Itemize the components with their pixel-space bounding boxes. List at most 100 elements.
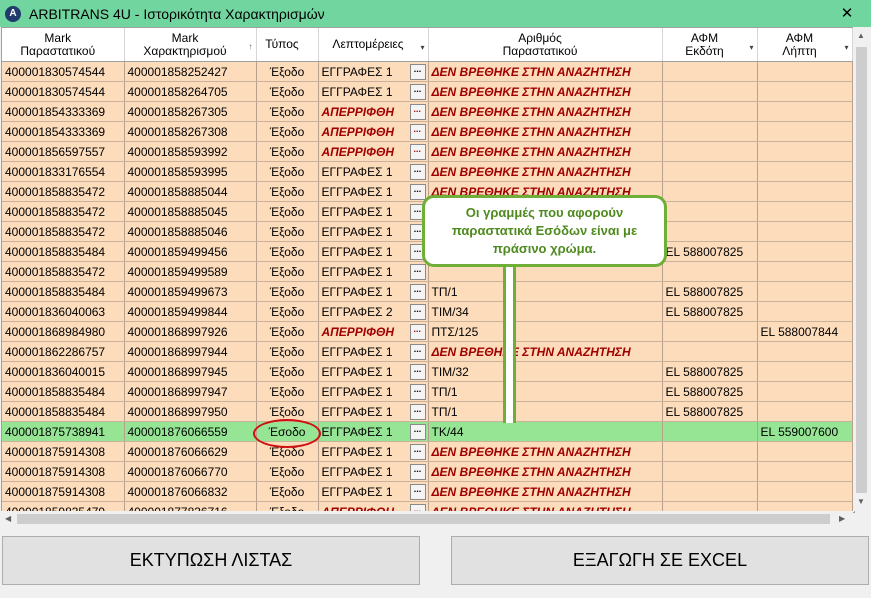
details-button[interactable]: ... xyxy=(409,484,426,500)
highlight-ellipse xyxy=(253,419,321,448)
filter-dropdown-icon[interactable]: ▾ xyxy=(844,41,848,54)
table-row[interactable]: 400001836040063 400001859499844 Έξοδο ΕΓΓΡΑ… xyxy=(2,301,853,322)
column-header-line2: Τύπος xyxy=(265,37,299,51)
table-cell xyxy=(757,61,853,82)
table-cell: Έξοδο xyxy=(256,301,319,322)
scroll-left-icon[interactable]: ◀ xyxy=(5,514,11,523)
table-cell: Έξοδο xyxy=(256,361,319,382)
table-row[interactable]: 400001836040015 400001868997945 Έξοδο ΕΓΓΡΑ… xyxy=(2,361,853,382)
table-cell: ΕΓΓΡΑΦΕΣ 1... xyxy=(318,161,429,182)
details-button[interactable]: ... xyxy=(409,124,426,140)
column-header-line1: ΑΦΜ xyxy=(690,30,719,45)
print-list-button[interactable]: ΕΚΤΥΠΩΣΗ ΛΙΣΤΑΣ xyxy=(2,536,420,585)
table-row[interactable]: 400001833176554 400001858593995 Έξοδο ΕΓΓΡΑ… xyxy=(2,161,853,182)
details-text: ΑΠΕΡΡΙΦΘΗ xyxy=(321,104,395,119)
column-header[interactable]: Αριθμός Παραστατικού xyxy=(428,28,663,62)
table-cell: 400001868984980 xyxy=(2,321,125,342)
column-header-line2: Παραστατικού xyxy=(20,43,96,58)
callout-pointer xyxy=(503,265,516,423)
scroll-right-icon[interactable]: ▶ xyxy=(839,514,845,523)
table-row[interactable]: 400001854333369 400001858267305 Έξοδο ΑΠΕΡΡ… xyxy=(2,101,853,122)
table-cell: ΑΠΕΡΡΙΦΘΗ... xyxy=(318,121,429,142)
details-text: ΕΓΓΡΑΦΕΣ 1 xyxy=(321,364,393,379)
table-cell: ΤΠ/1 xyxy=(428,401,663,422)
table-cell: 400001868997945 xyxy=(124,361,257,382)
table-cell: Έξοδο xyxy=(256,461,319,482)
column-header[interactable]: Τύπος xyxy=(256,28,319,62)
details-button[interactable]: ... xyxy=(409,284,426,300)
filter-dropdown-icon[interactable]: ▾ xyxy=(749,41,753,54)
details-text: ΕΓΓΡΑΦΕΣ 1 xyxy=(321,264,393,279)
vertical-scrollbar[interactable]: ▲ ▼ xyxy=(853,27,870,511)
table-cell: EL 588007825 xyxy=(662,301,758,322)
table-row[interactable]: 400001875738941 400001876066559 Έσοδο ΕΓΓΡΑ… xyxy=(2,421,853,442)
details-button[interactable]: ... xyxy=(409,264,426,280)
scroll-down-icon[interactable]: ▼ xyxy=(857,497,865,506)
details-button[interactable]: ... xyxy=(409,64,426,80)
vertical-scroll-thumb[interactable] xyxy=(856,47,867,493)
table-cell: Έξοδο xyxy=(256,181,319,202)
table-cell: ΤΙΜ/34 xyxy=(428,301,663,322)
table-cell xyxy=(662,341,758,362)
table-cell: Έξοδο xyxy=(256,141,319,162)
table-cell xyxy=(662,81,758,102)
details-button[interactable]: ... xyxy=(409,364,426,380)
table-row[interactable]: 400001856597557 400001858593992 Έξοδο ΑΠΕΡΡ… xyxy=(2,141,853,162)
horizontal-scrollbar[interactable]: ◀ ▶ xyxy=(1,511,853,527)
details-button[interactable]: ... xyxy=(409,304,426,320)
table-cell: ΔΕΝ ΒΡΕΘΗΚΕ ΣΤΗΝ ΑΝΑΖΗΤΗΣΗ xyxy=(428,81,663,102)
details-text: ΕΓΓΡΑΦΕΣ 1 xyxy=(321,184,393,199)
details-button[interactable]: ... xyxy=(409,464,426,480)
table-cell xyxy=(662,121,758,142)
export-excel-button[interactable]: ΕΞΑΓΩΓΗ ΣΕ EXCEL xyxy=(451,536,869,585)
table-cell: ΕΓΓΡΑΦΕΣ 1... xyxy=(318,281,429,302)
horizontal-scroll-thumb[interactable] xyxy=(17,514,830,524)
details-button[interactable]: ... xyxy=(409,444,426,460)
table-cell xyxy=(757,81,853,102)
column-header[interactable]: ΑΦΜ Λήπτη ▾ xyxy=(757,28,853,62)
details-button[interactable]: ... xyxy=(409,324,426,340)
table-cell xyxy=(757,441,853,462)
details-button[interactable]: ... xyxy=(409,424,426,440)
table-body: 400001830574544 400001858252427 Έξοδο ΕΓΓΡΑ… xyxy=(2,61,853,512)
filter-dropdown-icon[interactable]: ▾ xyxy=(420,41,424,54)
header-row: Mark Παραστατικού Mark Χαρακτηρισμού ↑ Τύπος Λ… xyxy=(2,28,853,62)
details-button[interactable]: ... xyxy=(409,164,426,180)
details-button[interactable]: ... xyxy=(409,84,426,100)
column-header[interactable]: Mark Παραστατικού xyxy=(2,28,125,62)
table-cell: ΕΓΓΡΑΦΕΣ 1... xyxy=(318,261,429,282)
details-button[interactable]: ... xyxy=(409,344,426,360)
details-button[interactable]: ... xyxy=(409,184,426,200)
table-cell: Έξοδο xyxy=(256,281,319,302)
table-row[interactable]: 400001875914308 400001876066832 Έξοδο ΕΓΓΡΑ… xyxy=(2,481,853,502)
table-cell: 400001858267308 xyxy=(124,121,257,142)
table-cell xyxy=(757,201,853,222)
table-row[interactable]: 400001875914308 400001876066770 Έξοδο ΕΓΓΡΑ… xyxy=(2,461,853,482)
details-button[interactable]: ... xyxy=(409,404,426,420)
details-text: ΕΓΓΡΑΦΕΣ 1 xyxy=(321,464,393,479)
details-text: ΕΓΓΡΑΦΕΣ 1 xyxy=(321,84,393,99)
table-cell: Έξοδο xyxy=(256,241,319,262)
column-header[interactable]: Mark Χαρακτηρισμού ↑ xyxy=(124,28,257,62)
table-cell xyxy=(662,261,758,282)
table-row[interactable]: 400001858835484 400001859499673 Έξοδο ΕΓΓΡΑ… xyxy=(2,281,853,302)
table-row[interactable]: 400001830574544 400001858252427 Έξοδο ΕΓΓΡΑ… xyxy=(2,61,853,82)
table-row[interactable]: 400001875914308 400001876066629 Έξοδο ΕΓΓΡΑ… xyxy=(2,441,853,462)
column-header[interactable]: Λεπτομέρειες ▾ xyxy=(318,28,429,62)
details-button[interactable]: ... xyxy=(409,104,426,120)
table-cell: EL 588007825 xyxy=(662,361,758,382)
close-button[interactable]: ✕ xyxy=(827,2,867,25)
table-row[interactable]: 400001868984980 400001868997926 Έξοδο ΑΠΕΡΡ… xyxy=(2,321,853,342)
table-row[interactable]: 400001830574544 400001858264705 Έξοδο ΕΓΓΡΑ… xyxy=(2,81,853,102)
table-row[interactable]: 400001854333369 400001858267308 Έξοδο ΑΠΕΡΡ… xyxy=(2,121,853,142)
scroll-up-icon[interactable]: ▲ xyxy=(857,31,865,40)
details-button[interactable]: ... xyxy=(409,384,426,400)
table-row[interactable]: 400001858835484 400001868997947 Έξοδο ΕΓΓΡΑ… xyxy=(2,381,853,402)
table-cell: 400001868997944 xyxy=(124,341,257,362)
column-header[interactable]: ΑΦΜ Εκδότη ▾ xyxy=(662,28,758,62)
details-text: ΕΓΓΡΑΦΕΣ 1 xyxy=(321,244,393,259)
characterization-history-grid[interactable]: Mark Παραστατικού Mark Χαρακτηρισμού ↑ Τύπος Λ… xyxy=(1,27,855,513)
table-row[interactable]: 400001862286757 400001868997944 Έξοδο ΕΓΓΡΑ… xyxy=(2,341,853,362)
details-button[interactable]: ... xyxy=(409,144,426,160)
table-row[interactable]: 400001858835484 400001868997950 Έξοδο ΕΓΓΡΑ… xyxy=(2,401,853,422)
